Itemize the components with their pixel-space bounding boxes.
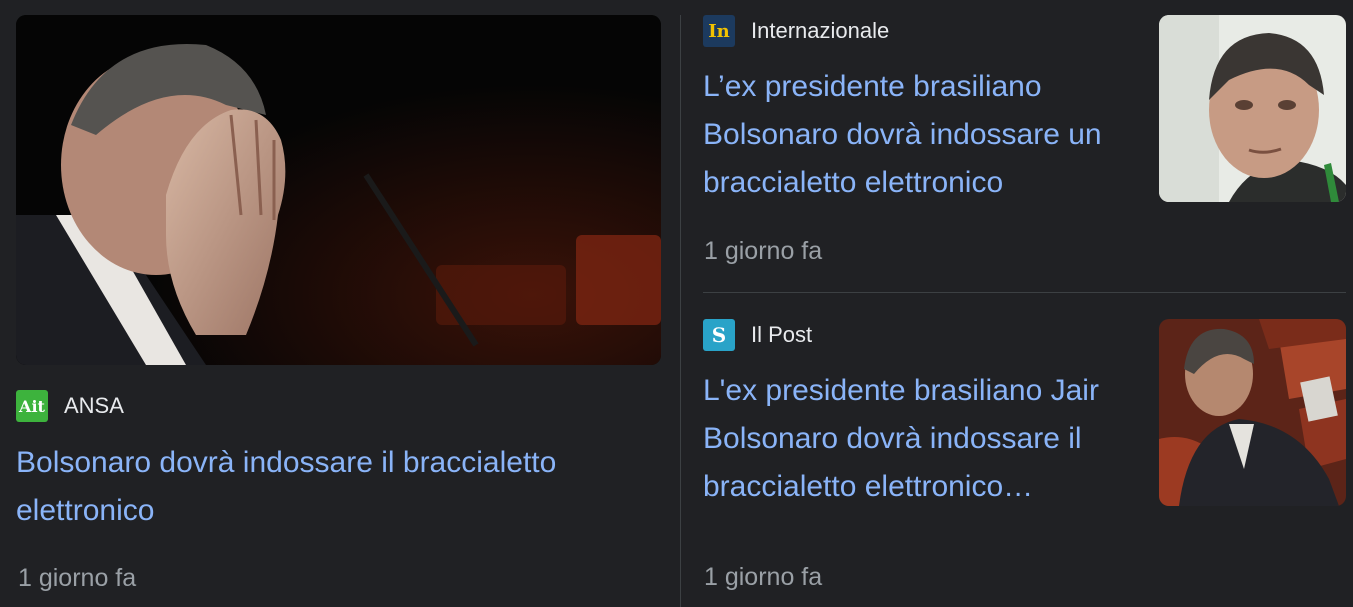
column-divider bbox=[680, 15, 681, 607]
story-thumbnail[interactable] bbox=[1159, 319, 1346, 506]
source-name: Internazionale bbox=[751, 18, 890, 43]
source-row: S Il Post bbox=[703, 319, 812, 351]
source-row: Ait ANSA bbox=[16, 390, 124, 422]
ilpost-logo-icon: S bbox=[703, 319, 735, 351]
headline-link[interactable]: Bolsonaro dovrà indossare il braccialett… bbox=[16, 439, 636, 535]
headline-link[interactable]: L’ex presidente brasiliano Bolsonaro dov… bbox=[703, 63, 1143, 207]
source-name: Il Post bbox=[751, 322, 813, 347]
timestamp: 1 giorno fa bbox=[704, 237, 823, 265]
main-story-card[interactable]: Ait ANSA Bolsonaro dovrà indossare il br… bbox=[16, 15, 661, 607]
news-carousel: Ait ANSA Bolsonaro dovrà indossare il br… bbox=[0, 0, 1353, 607]
story-divider bbox=[703, 292, 1346, 293]
headline-link[interactable]: L'ex presidente brasiliano Jair Bolsonar… bbox=[703, 367, 1143, 511]
timestamp: 1 giorno fa bbox=[704, 563, 823, 591]
main-story-image[interactable] bbox=[16, 15, 661, 365]
internazionale-logo-icon: In bbox=[703, 15, 735, 47]
story-thumbnail[interactable] bbox=[1159, 15, 1346, 202]
ansa-logo-icon: Ait bbox=[16, 390, 48, 422]
source-row: In Internazionale bbox=[703, 15, 889, 47]
timestamp: 1 giorno fa bbox=[18, 564, 137, 592]
source-name: ANSA bbox=[64, 393, 124, 418]
